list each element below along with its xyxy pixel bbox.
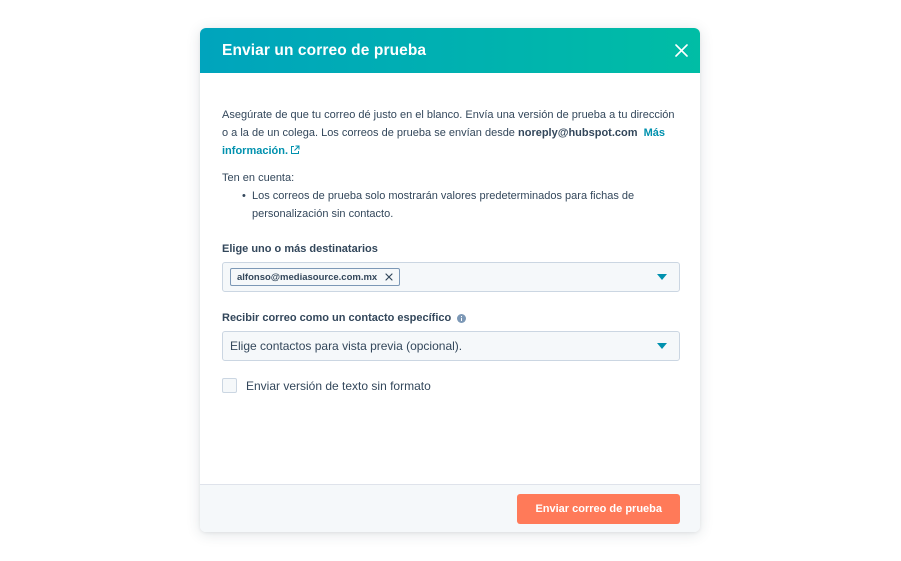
modal-footer: Enviar correo de prueba	[200, 484, 700, 532]
modal-title: Enviar un correo de prueba	[222, 41, 427, 59]
chip-remove-icon	[385, 273, 393, 281]
caret-down-icon	[657, 274, 667, 280]
external-link-icon	[291, 145, 300, 154]
send-test-email-modal: Enviar un correo de prueba Asegúrate de …	[200, 28, 700, 532]
recipients-select[interactable]: alfonso@mediasource.com.mx	[222, 262, 680, 292]
plaintext-option[interactable]: Enviar versión de texto sin formato	[222, 378, 680, 393]
recipients-label-text: Elige uno o más destinatarios	[222, 243, 378, 255]
recipient-chip-label: alfonso@mediasource.com.mx	[237, 271, 378, 283]
contact-select-placeholder: Elige contactos para vista previa (opcio…	[230, 339, 463, 353]
contact-dropdown-toggle[interactable]	[657, 343, 667, 349]
recipient-chip: alfonso@mediasource.com.mx	[230, 268, 401, 286]
note-list: Los correos de prueba solo mostrarán val…	[242, 187, 680, 223]
intro-text: Asegúrate de que tu correo dé justo en e…	[222, 106, 680, 160]
contact-select[interactable]: Elige contactos para vista previa (opcio…	[222, 331, 680, 361]
chip-remove-button[interactable]	[385, 273, 393, 281]
note-item: Los correos de prueba solo mostrarán val…	[242, 187, 680, 223]
close-button[interactable]	[670, 40, 692, 62]
close-icon	[674, 44, 688, 57]
modal-header: Enviar un correo de prueba	[200, 28, 700, 73]
recipients-dropdown-toggle[interactable]	[657, 274, 667, 280]
send-test-email-button[interactable]: Enviar correo de prueba	[517, 493, 680, 524]
plaintext-checkbox[interactable]	[222, 378, 237, 393]
sender-address: noreply@hubspot.com	[518, 127, 638, 139]
modal-body: Asegúrate de que tu correo dé justo en e…	[200, 73, 700, 484]
caret-down-icon	[657, 343, 667, 349]
contact-label: Recibir correo como un contacto específi…	[222, 312, 680, 324]
info-icon[interactable]	[457, 313, 467, 323]
plaintext-checkbox-label: Enviar versión de texto sin formato	[246, 378, 431, 393]
contact-label-text: Recibir correo como un contacto específi…	[222, 312, 452, 324]
note-title: Ten en cuenta:	[222, 172, 295, 184]
recipients-label: Elige uno o más destinatarios	[222, 243, 680, 255]
info-icon-glyph	[457, 313, 467, 323]
